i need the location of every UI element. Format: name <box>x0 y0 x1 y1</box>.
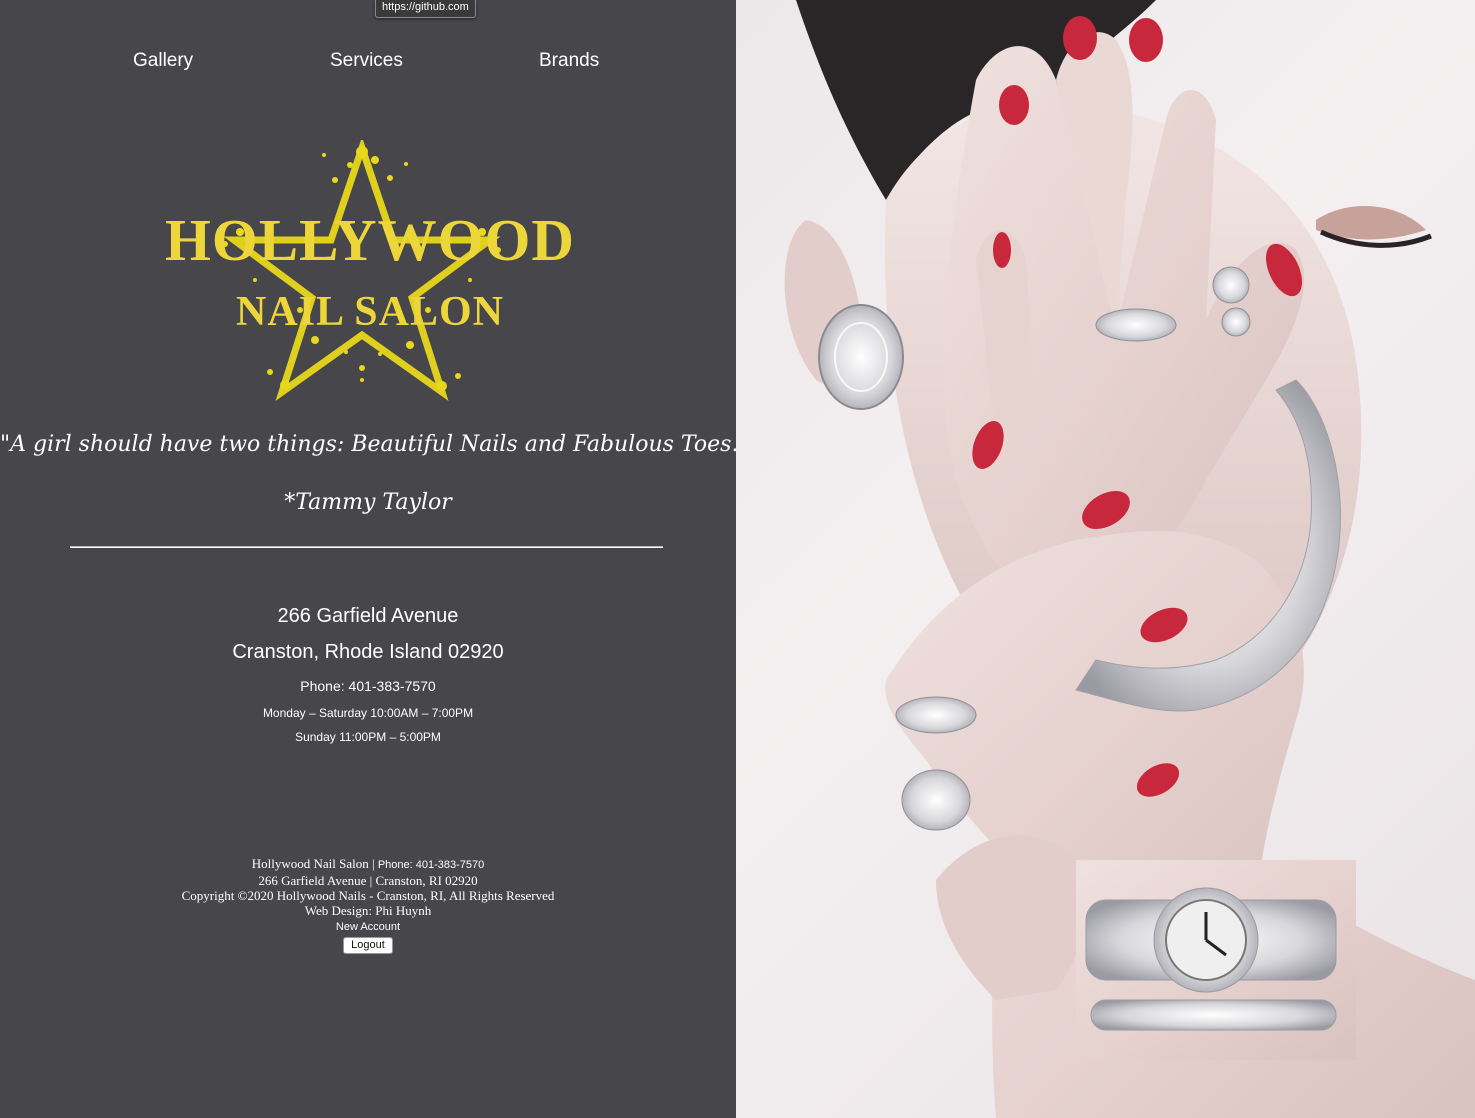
main-nav: Gallery Services Brands <box>0 50 736 76</box>
footer-copyright: Copyright ©2020 Hollywood Nails - Cranst… <box>181 888 555 903</box>
contact-phone: Phone: 401-383-7570 <box>300 678 436 694</box>
footer-address: 266 Garfield Avenue | Cranston, RI 02920 <box>258 873 478 888</box>
footer-phone: Phone: 401-383-7570 <box>377 859 485 871</box>
hero-photo <box>736 0 1475 1118</box>
nav-services-link[interactable]: Services <box>330 50 403 72</box>
nav-brands-link[interactable]: Brands <box>539 50 599 72</box>
footer-separator: | <box>371 856 375 871</box>
logo-subtitle: NAIL SALON <box>236 289 504 335</box>
section-divider <box>70 546 663 548</box>
nav-gallery-link[interactable]: Gallery <box>133 50 193 72</box>
address-street: 266 Garfield Avenue <box>277 605 459 627</box>
hours-weekday: Monday – Saturday 10:00AM – 7:00PM <box>262 706 474 720</box>
salon-quote: "A girl should have two things: Beautifu… <box>0 432 749 457</box>
footer-name-phone-line: Hollywood Nail Salon | Phone: 401-383-75… <box>0 856 736 873</box>
salon-logo: HOLLYWOOD NAIL SALON <box>110 140 630 405</box>
model-hands-jewelry-image <box>784 0 1475 1118</box>
footer-web-design: Web Design: Phi Huynh <box>304 903 432 918</box>
new-account-link[interactable]: New Account <box>0 919 736 935</box>
logo-title: HOLLYWOOD <box>164 207 576 273</box>
left-panel: Gallery Services Brands HOLLYWOOD NAIL S… <box>0 0 749 1118</box>
quote-author: *Tammy Taylor <box>284 490 452 515</box>
hours-sunday: Sunday 11:00PM – 5:00PM <box>295 730 441 744</box>
logout-button[interactable]: Logout <box>343 937 393 954</box>
link-url-tooltip: https://github.com <box>375 0 476 18</box>
address-city: Cranston, Rhode Island 02920 <box>232 641 504 663</box>
footer-business-name: Hollywood Nail Salon <box>251 856 369 871</box>
page-footer: Hollywood Nail Salon | Phone: 401-383-75… <box>0 856 736 954</box>
